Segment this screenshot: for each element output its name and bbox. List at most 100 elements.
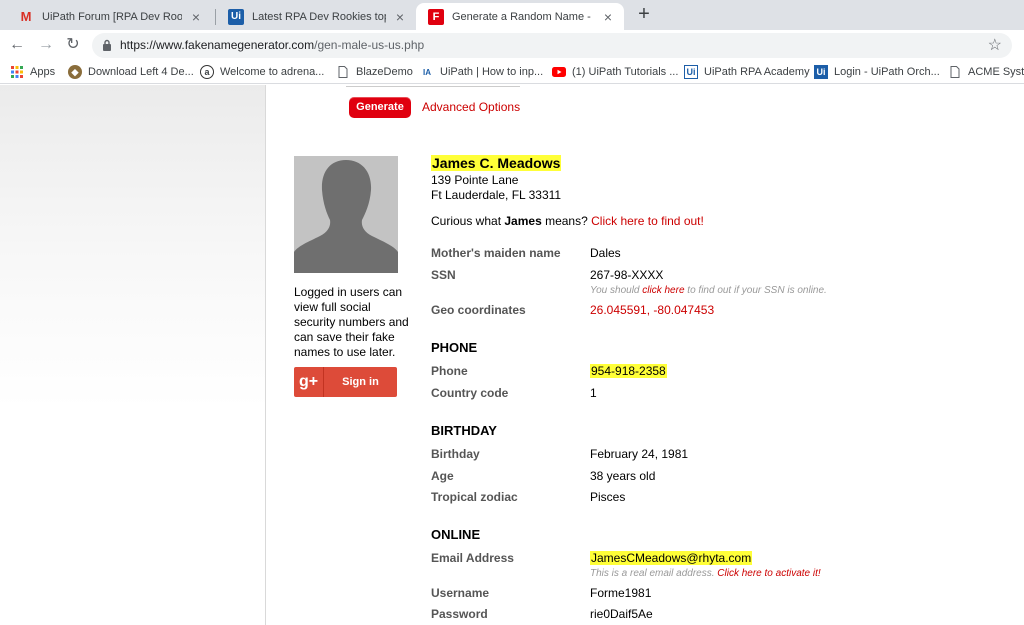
bookmark-label: UiPath RPA Academy [704,66,810,78]
address-city: Ft Lauderdale, FL 33311 [431,188,562,202]
lock-icon [103,39,111,51]
tab-strip: M UiPath Forum [RPA Dev Rookies] × Ui La… [0,0,1024,30]
geo-coordinates-link[interactable]: 26.045591, -80.047453 [590,303,714,317]
apps-grid-icon [10,65,24,79]
bookmark-uipath-tutorials[interactable]: (1) UiPath Tutorials ... [552,64,678,80]
ssn-note-prefix: You should [590,285,643,296]
age-label: Age [431,469,454,483]
bookmark-label: Download Left 4 De... [88,66,194,78]
tab-title: UiPath Forum [RPA Dev Rookies] [42,10,182,23]
google-plus-icon: g+ [294,367,324,397]
birthday-section-heading: BIRTHDAY [431,423,497,438]
url-host: https://www.fakenamegenerator.com [120,38,315,52]
ssn-note: You should click here to find out if you… [590,285,827,296]
login-info-text: Logged in users can view full social sec… [294,285,409,359]
bookmark-acme[interactable]: ACME System [948,64,1024,80]
phone-label: Phone [431,364,468,378]
bookmark-label: ACME System [968,66,1024,78]
badge-icon: ◆ [68,65,82,79]
url-text: https://www.fakenamegenerator.com/gen-ma… [120,38,424,52]
uipath-icon: Ui [684,65,698,79]
email-value: JamesCMeadows@rhyta.com [590,551,753,565]
ssn-label: SSN [431,268,456,282]
ssn-note-suffix: to find out if your SSN is online. [684,285,827,296]
generate-button[interactable]: Generate [349,97,411,118]
address-street: 139 Pointe Lane [431,173,519,187]
curious-prefix: Curious what [431,214,505,228]
age-value: 38 years old [590,469,656,483]
bookmark-adrena[interactable]: a Welcome to adrena... [200,64,324,80]
activate-email-link[interactable]: Click here to activate it! [717,568,820,579]
tab-title: Latest RPA Dev Rookies topics - U [252,10,386,23]
url-path: /gen-male-us-us.php [314,38,425,52]
reload-icon[interactable]: ↻ [64,36,82,54]
phone-section-heading: PHONE [431,340,478,355]
page-icon [336,65,350,79]
phone-value: 954-918-2358 [590,364,667,378]
left-background-panel [0,85,266,625]
bookmark-label: Welcome to adrena... [220,66,325,78]
bookmark-left4dead[interactable]: ◆ Download Left 4 De... [68,64,194,80]
uipath-icon: IA [423,67,431,77]
ssn-check-link[interactable]: click here [642,285,684,296]
address-bar[interactable]: https://www.fakenamegenerator.com/gen-ma… [92,33,1012,58]
email-label: Email Address [431,551,514,565]
username-label: Username [431,586,490,600]
back-arrow-icon[interactable]: ← [8,36,26,54]
new-tab-icon[interactable]: + [634,4,654,25]
bookmark-label: Login - UiPath Orch... [834,66,940,78]
tab-fake-name-generator[interactable]: F Generate a Random Name - Male × [416,3,624,30]
password-value: rie0Daif5Ae [590,607,653,621]
advanced-options-link[interactable]: Advanced Options [422,100,520,114]
birthday-label: Birthday [431,447,480,461]
maiden-name-label: Mother's maiden name [431,246,561,260]
birthday-value: February 24, 1981 [590,447,689,461]
close-icon[interactable]: × [188,9,204,25]
ssn-value: 267-98-XXXX [590,268,664,282]
person-silhouette-icon [294,160,398,273]
zodiac-label: Tropical zodiac [431,490,518,504]
page-icon [948,65,962,79]
bookmark-star-icon[interactable]: ☆ [988,35,1002,55]
email-note: This is a real email address. Click here… [590,568,821,579]
fakename-icon: F [428,8,444,25]
online-section-heading: ONLINE [431,527,481,542]
bookmark-label: BlazeDemo [356,66,413,78]
tab-title: Generate a Random Name - Male [452,10,594,23]
name-meaning-link[interactable]: Click here to find out! [591,214,704,228]
bookmark-label: Apps [30,66,56,78]
email-note-prefix: This is a real email address. [590,568,718,579]
password-label: Password [431,607,488,621]
forward-arrow-icon[interactable]: → [37,36,55,54]
tab-rpa-dev-rookies[interactable]: Ui Latest RPA Dev Rookies topics - U × [216,3,416,30]
username-value: Forme1981 [590,586,652,600]
close-icon[interactable]: × [392,9,408,25]
zodiac-value: Pisces [590,490,626,504]
amazon-icon: a [200,65,214,79]
avatar-silhouette [294,156,398,273]
person-name-text: James C. Meadows [431,155,562,171]
bookmark-blazedemo[interactable]: BlazeDemo [336,64,413,80]
curious-mid: means? [541,214,592,228]
signin-label: Sign in [342,376,379,388]
bookmark-uipath-academy[interactable]: Ui UiPath RPA Academy [684,64,810,80]
email-value-text: JamesCMeadows@rhyta.com [590,551,753,565]
maiden-name-value: Dales [590,246,621,260]
bookmark-uipath-orchestrator[interactable]: Ui Login - UiPath Orch... [814,64,940,80]
person-name: James C. Meadows [431,155,562,171]
page-content: Generate Advanced Options Logged in user… [0,85,1024,625]
name-meaning-line: Curious what James means? Click here to … [431,214,704,228]
phone-value-text: 954-918-2358 [590,364,667,378]
person-address: 139 Pointe Lane Ft Lauderdale, FL 33311 [431,173,561,203]
google-signin-button[interactable]: g+ Sign in [294,367,397,397]
geo-label: Geo coordinates [431,303,526,317]
gmail-icon: M [20,9,32,24]
close-icon[interactable]: × [600,9,616,25]
uipath-icon: Ui [228,8,244,25]
form-divider [346,85,520,87]
bookmark-uipath-how-to[interactable]: IA UiPath | How to inp... [420,64,543,80]
bookmark-label: UiPath | How to inp... [440,66,544,78]
bookmark-apps[interactable]: Apps [10,64,55,80]
tab-uipath-forum[interactable]: M UiPath Forum [RPA Dev Rookies] × [6,3,212,30]
browser-toolbar: ← → ↻ https://www.fakenamegenerator.com/… [0,30,1024,60]
